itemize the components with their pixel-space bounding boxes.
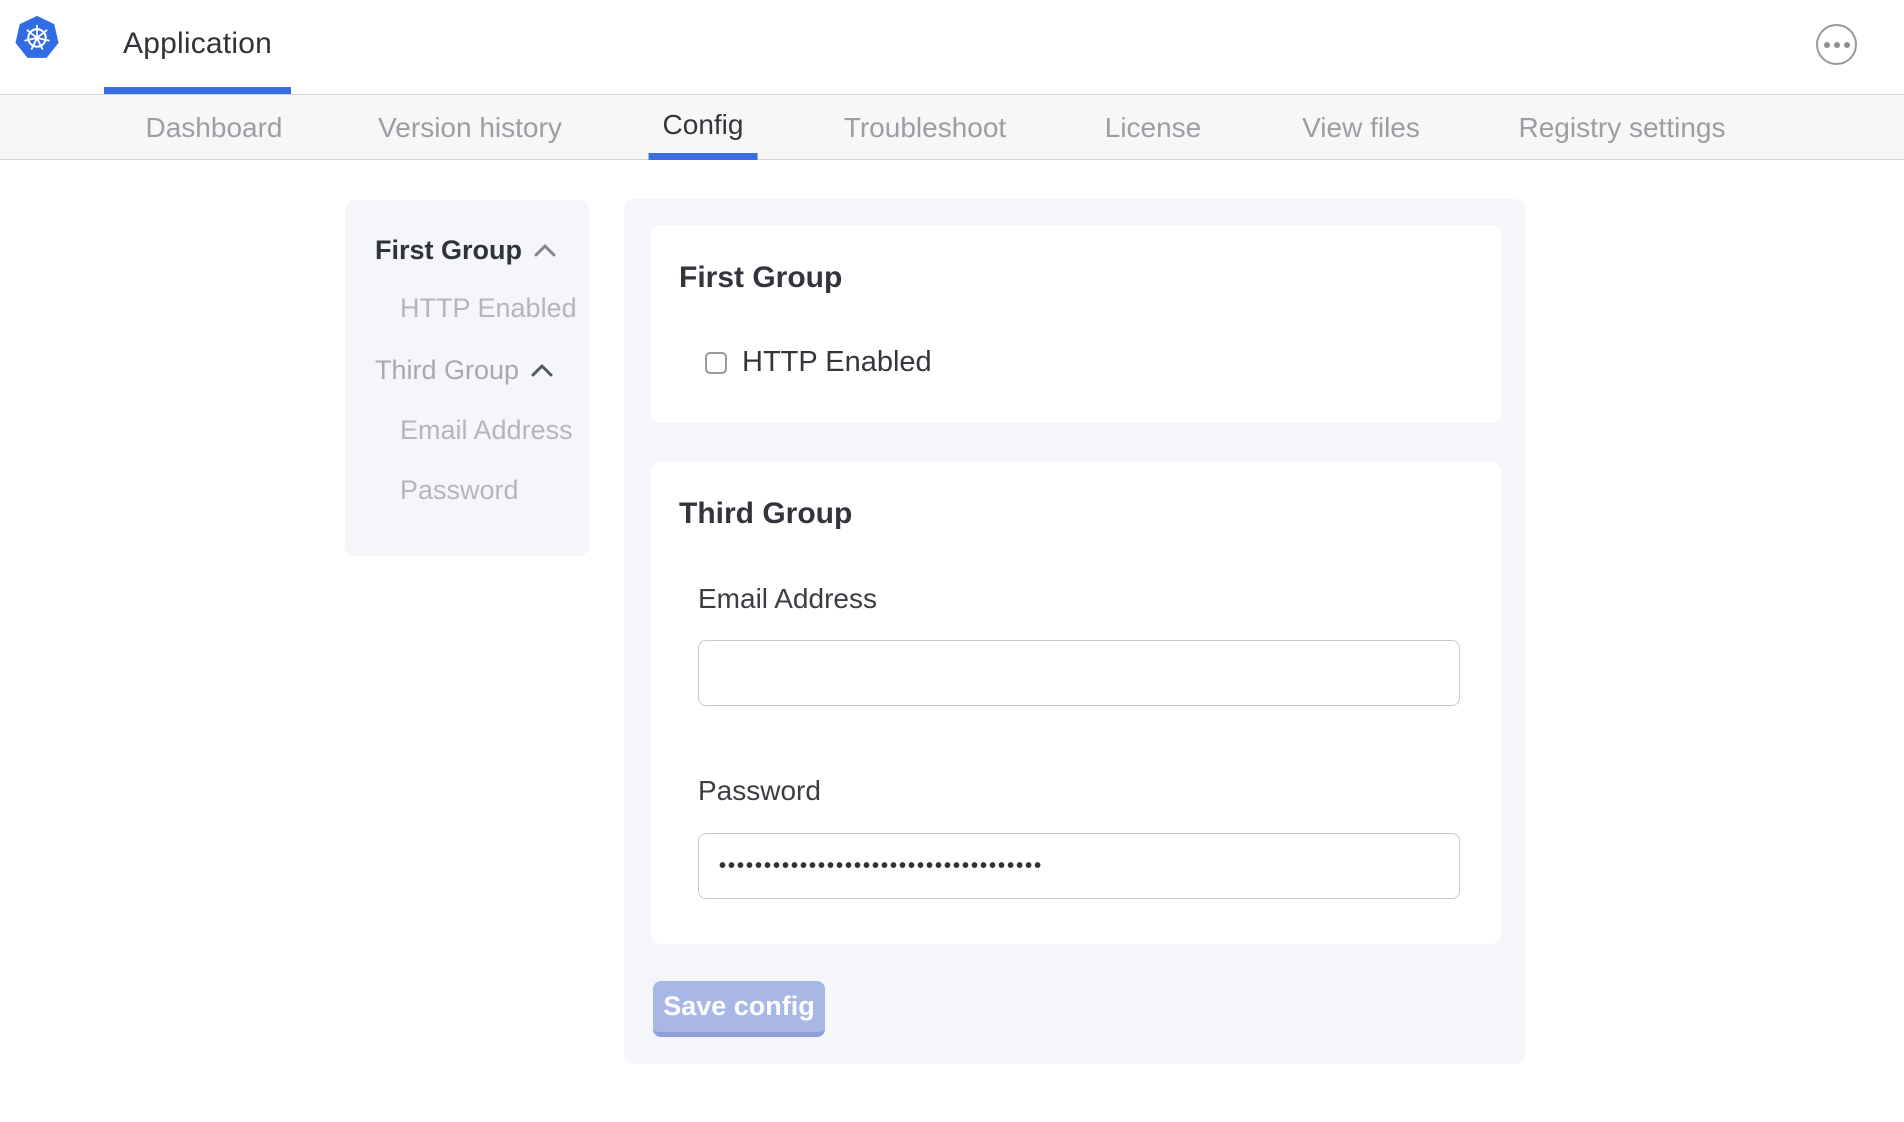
top-header: Application — [0, 0, 1904, 94]
config-sidebar: First Group HTTP Enabled Third Group Ema… — [345, 200, 589, 556]
tab-version-history[interactable]: Version history — [364, 95, 576, 160]
config-group-card-first: First Group HTTP Enabled — [651, 225, 1501, 423]
password-input[interactable] — [698, 833, 1460, 899]
password-label: Password — [698, 775, 821, 807]
tab-config[interactable]: Config — [649, 95, 758, 160]
sidebar-item-email-address[interactable]: Email Address — [400, 415, 573, 445]
http-enabled-label[interactable]: HTTP Enabled — [742, 346, 932, 379]
application-tab-label: Application — [123, 27, 272, 61]
group-title-first: First Group — [679, 261, 842, 295]
save-config-button[interactable]: Save config — [653, 981, 825, 1037]
config-main-panel: First Group HTTP Enabled Third Group Ema… — [624, 199, 1525, 1064]
application-tab[interactable]: Application — [104, 0, 291, 94]
tab-dashboard[interactable]: Dashboard — [132, 95, 297, 160]
tab-license[interactable]: License — [1091, 95, 1216, 160]
kubernetes-logo-icon — [14, 14, 60, 60]
chevron-up-icon — [534, 244, 556, 257]
tab-troubleshoot[interactable]: Troubleshoot — [830, 95, 1020, 160]
email-address-input[interactable] — [698, 640, 1460, 706]
http-enabled-field: HTTP Enabled — [705, 346, 932, 379]
tab-registry-settings[interactable]: Registry settings — [1505, 95, 1740, 160]
email-address-label: Email Address — [698, 583, 877, 615]
tab-view-files[interactable]: View files — [1288, 95, 1434, 160]
ellipsis-menu-icon[interactable] — [1816, 24, 1857, 65]
sidebar-item-first-group[interactable]: First Group — [375, 235, 556, 265]
group-title-third: Third Group — [679, 497, 852, 531]
app-navbar: Dashboard Version history Config Trouble… — [0, 94, 1904, 160]
chevron-up-icon — [531, 364, 553, 377]
config-group-card-third: Third Group Email Address Password — [651, 461, 1501, 944]
sidebar-item-password[interactable]: Password — [400, 475, 519, 505]
sidebar-item-http-enabled[interactable]: HTTP Enabled — [400, 293, 577, 323]
http-enabled-checkbox[interactable] — [705, 352, 727, 374]
sidebar-item-third-group[interactable]: Third Group — [375, 355, 553, 385]
